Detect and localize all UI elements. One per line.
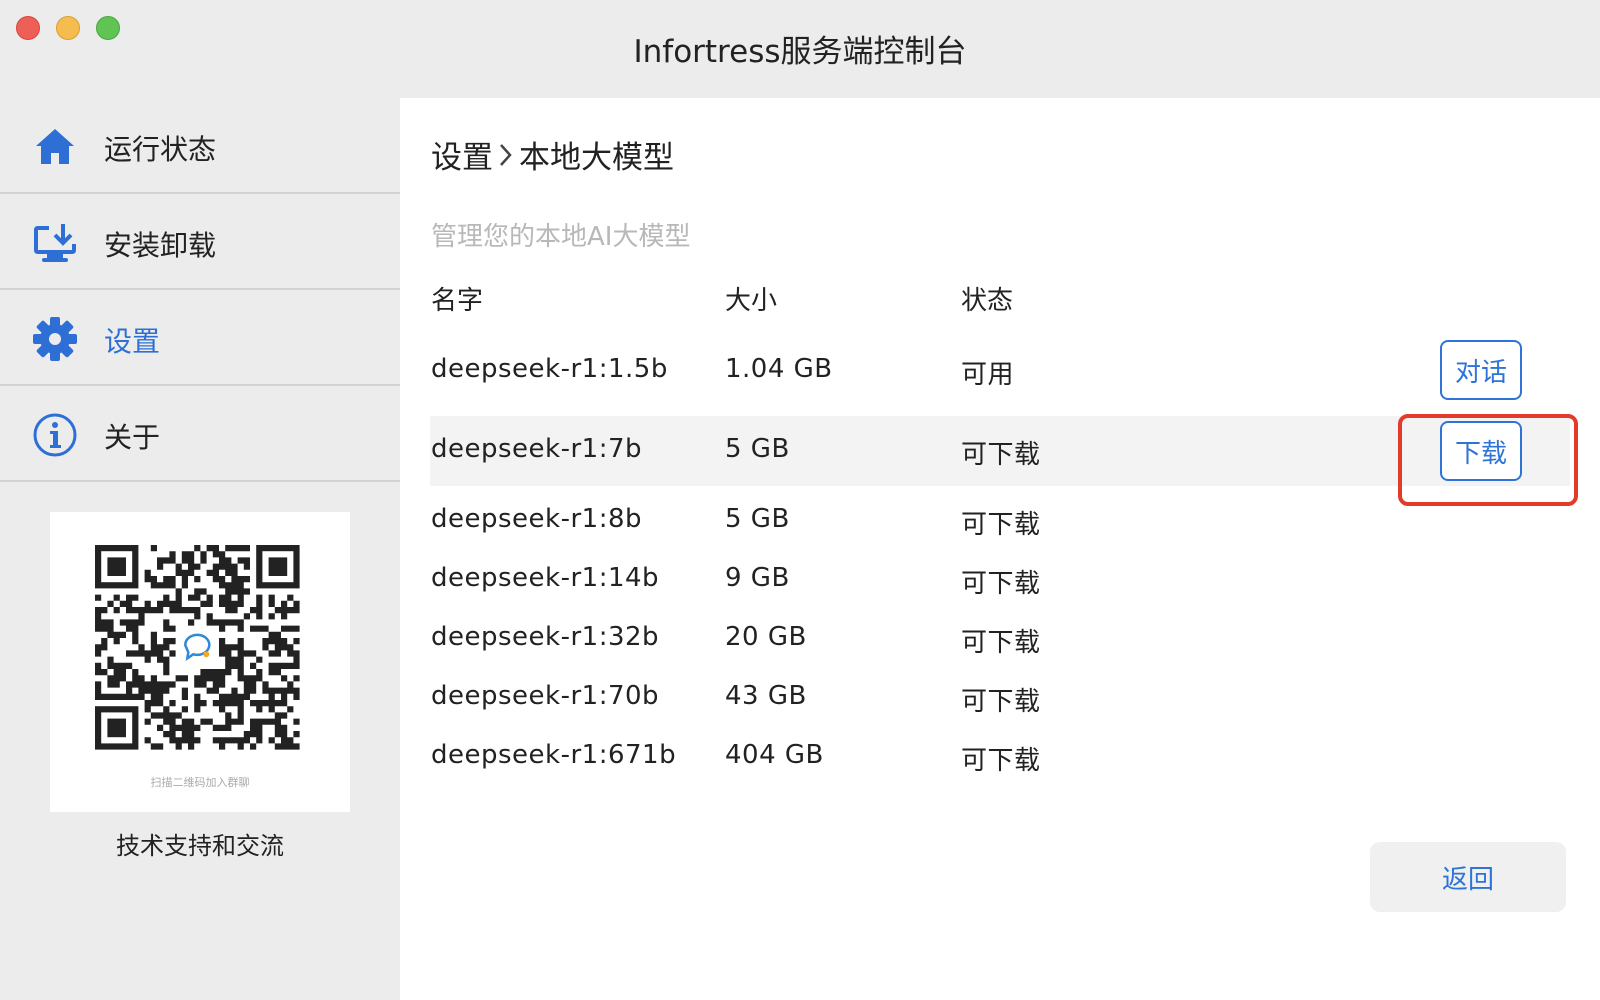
info-icon: [32, 412, 78, 458]
sidebar-item-settings[interactable]: 设置: [0, 290, 400, 386]
model-name: deepseek-r1:70b: [431, 681, 660, 711]
model-status: 可用: [961, 360, 1015, 390]
model-name: deepseek-r1:7b: [431, 434, 643, 464]
qr-code-image: [94, 544, 300, 750]
model-name: deepseek-r1:671b: [431, 740, 677, 770]
breadcrumb-parent[interactable]: 设置: [431, 132, 493, 177]
support-text: 技术支持和交流: [116, 832, 284, 860]
breadcrumb-current: 本地大模型: [519, 140, 674, 176]
model-name: deepseek-r1:1.5b: [431, 354, 668, 384]
model-size: 1.04 GB: [725, 354, 833, 384]
model-size: 20 GB: [725, 622, 807, 652]
model-size: 43 GB: [725, 681, 807, 711]
back-button[interactable]: 返回: [1370, 842, 1566, 912]
model-name: deepseek-r1:8b: [431, 504, 643, 534]
breadcrumb: 设置 本地大模型: [431, 132, 674, 177]
title-bar: Infortress服务端控制台: [0, 0, 1600, 98]
model-status: 可下载: [961, 746, 1041, 776]
highlight-annotation: [1398, 414, 1578, 506]
sidebar-item-label: 关于: [104, 421, 161, 454]
app-window: Infortress服务端控制台 运行状态 安装卸载 设置 关于 扫描二维码加入…: [0, 0, 1600, 1000]
window-title: Infortress服务端控制台: [633, 34, 967, 70]
page-description: 管理您的本地AI大模型: [431, 222, 691, 252]
sidebar-item-about[interactable]: 关于: [0, 386, 400, 482]
chat-button[interactable]: 对话: [1440, 340, 1522, 400]
home-icon: [32, 124, 78, 170]
sidebar-item-status[interactable]: 运行状态: [0, 98, 400, 194]
table-row: deepseek-r1:671b 404 GB 可下载: [430, 722, 1570, 792]
model-status: 可下载: [961, 687, 1041, 717]
table-row: deepseek-r1:1.5b 1.04 GB 可用 对话: [430, 336, 1570, 406]
model-status: 可下载: [961, 440, 1041, 470]
qr-caption: 扫描二维码加入群聊: [150, 776, 250, 789]
install-icon: [32, 220, 78, 266]
qr-code-card: 扫描二维码加入群聊: [50, 512, 350, 812]
chevron-right-icon: [499, 142, 513, 168]
model-name: deepseek-r1:32b: [431, 622, 660, 652]
sidebar: 运行状态 安装卸载 设置 关于 扫描二维码加入群聊 技术支持和交流: [0, 98, 400, 1000]
model-status: 可下载: [961, 569, 1041, 599]
sidebar-item-label: 设置: [104, 325, 161, 358]
model-status: 可下载: [961, 628, 1041, 658]
gear-icon: [32, 316, 78, 362]
model-size: 5 GB: [725, 504, 790, 534]
column-header-size: 大小: [725, 286, 778, 316]
main-panel: 设置 本地大模型 管理您的本地AI大模型 名字 大小 状态 deepseek-r…: [400, 98, 1600, 1000]
column-header-name: 名字: [431, 286, 484, 316]
model-size: 9 GB: [725, 563, 790, 593]
model-size: 404 GB: [725, 740, 824, 770]
model-status: 可下载: [961, 510, 1041, 540]
sidebar-item-label: 运行状态: [104, 133, 217, 166]
model-name: deepseek-r1:14b: [431, 563, 660, 593]
sidebar-item-label: 安装卸载: [104, 229, 217, 262]
column-header-status: 状态: [961, 286, 1014, 316]
model-size: 5 GB: [725, 434, 790, 464]
sidebar-item-install[interactable]: 安装卸载: [0, 194, 400, 290]
